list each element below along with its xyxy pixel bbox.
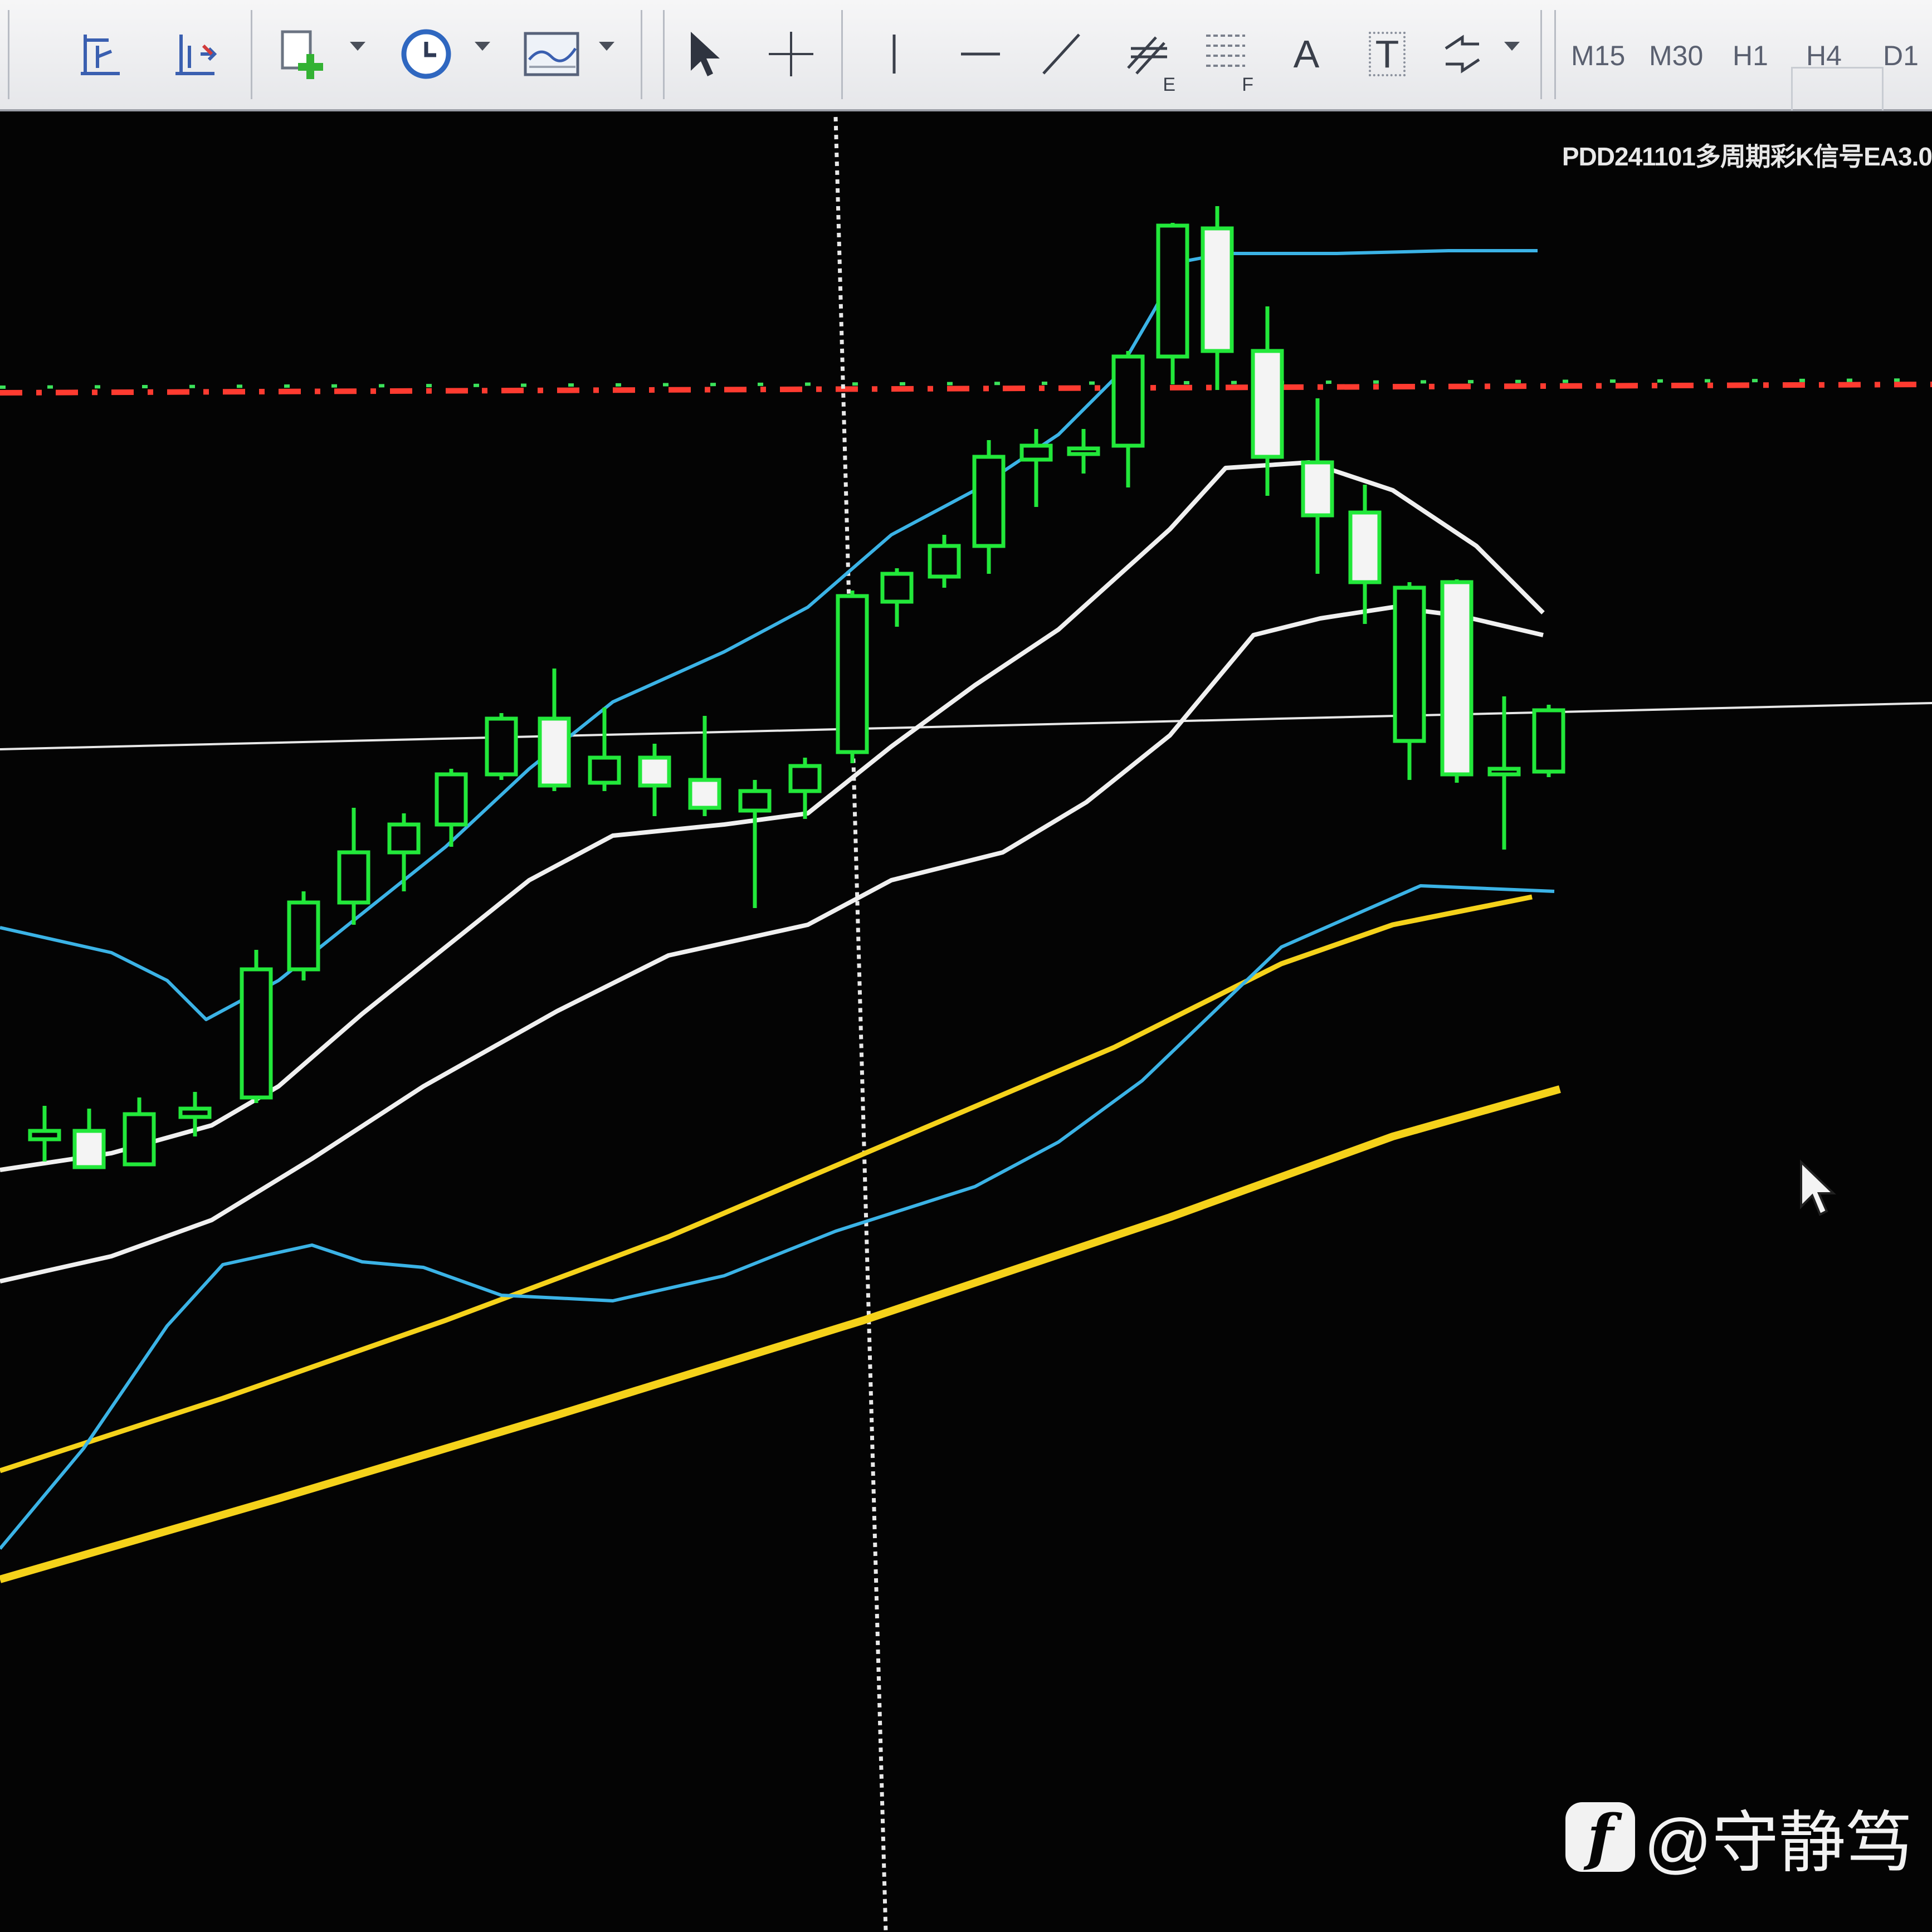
timeframe-h4-frame bbox=[1791, 67, 1884, 110]
timeframe-m15[interactable]: M15 bbox=[1571, 40, 1625, 72]
upper-band-line bbox=[0, 249, 1538, 1021]
middle-band-line-upper bbox=[0, 460, 1545, 1172]
arrows-icon[interactable] bbox=[1435, 12, 1490, 96]
candle-body bbox=[1393, 586, 1426, 743]
candle-body bbox=[1440, 580, 1474, 777]
candle-body bbox=[1067, 446, 1100, 456]
chevron-down-icon[interactable] bbox=[475, 42, 490, 51]
candle-body bbox=[387, 822, 421, 855]
cursor-arrow-icon[interactable] bbox=[677, 12, 733, 96]
chevron-down-icon[interactable] bbox=[350, 42, 365, 51]
candle-body bbox=[485, 716, 518, 777]
mouse-cursor-icon bbox=[1800, 1159, 1836, 1216]
candle-body bbox=[588, 755, 621, 785]
fibonacci-icon[interactable]: F bbox=[1198, 12, 1253, 96]
candle-body bbox=[178, 1106, 212, 1119]
candle-body bbox=[1348, 510, 1382, 584]
toolbar-separator bbox=[1540, 10, 1542, 99]
candle-body bbox=[28, 1129, 61, 1141]
slow-ma-thick bbox=[0, 1085, 1561, 1583]
middle-band-line-lower bbox=[0, 605, 1544, 1284]
toolbar-separator bbox=[8, 10, 9, 99]
candle-body bbox=[538, 716, 571, 788]
candle-body bbox=[240, 967, 273, 1100]
watermark-text: @守静笃 bbox=[1644, 1806, 1913, 1880]
trendline-icon[interactable] bbox=[1033, 12, 1089, 96]
toolbar-separator bbox=[1554, 10, 1556, 99]
equidistant-channel-icon[interactable]: E bbox=[1120, 12, 1175, 96]
candle-body bbox=[435, 772, 468, 827]
watermark-logo-icon: f bbox=[1565, 1801, 1635, 1873]
auto-scroll-icon[interactable] bbox=[167, 12, 223, 96]
candle-body bbox=[880, 572, 914, 604]
timeframe-h4[interactable]: H4 bbox=[1806, 40, 1842, 72]
ea-label: PDD241101多周期彩K信号EA3.0 bbox=[1562, 142, 1932, 171]
watermark: f @守静笃 bbox=[1565, 1788, 1913, 1885]
candle-body bbox=[638, 755, 671, 788]
timeframe-d1[interactable]: D1 bbox=[1883, 40, 1919, 72]
candle-body bbox=[1301, 460, 1334, 518]
candle-body bbox=[337, 850, 370, 905]
text-box-glyph: T bbox=[1368, 32, 1406, 76]
candle-body bbox=[972, 455, 1006, 548]
horizontal-price-line bbox=[0, 702, 1932, 750]
vertical-line-icon[interactable] bbox=[866, 12, 922, 96]
candle-body bbox=[123, 1112, 156, 1167]
candle-body bbox=[1251, 349, 1284, 459]
candle-body bbox=[1156, 223, 1189, 359]
fibonacci-suffix: F bbox=[1242, 74, 1253, 95]
candle-body bbox=[1487, 767, 1521, 777]
timeframe-m30[interactable]: M30 bbox=[1649, 40, 1703, 72]
candle-body bbox=[1111, 354, 1145, 448]
text-label-icon[interactable]: A bbox=[1279, 12, 1334, 96]
price-chart[interactable] bbox=[0, 111, 1932, 1932]
candle-body bbox=[1532, 708, 1565, 774]
candle-body bbox=[928, 544, 961, 579]
chart-shift-icon[interactable] bbox=[72, 12, 128, 96]
toolbar-separator bbox=[841, 10, 843, 99]
periods-clock-icon[interactable] bbox=[398, 12, 454, 96]
crosshair-icon[interactable] bbox=[763, 12, 819, 96]
candle-body bbox=[72, 1129, 106, 1169]
channel-suffix: E bbox=[1163, 74, 1175, 95]
candle-body bbox=[1201, 226, 1234, 353]
toolbar-separator bbox=[663, 10, 665, 99]
candle-body bbox=[788, 764, 822, 793]
text-label-glyph: A bbox=[1293, 32, 1320, 76]
slow-ma-thin bbox=[0, 894, 1533, 1474]
toolbar-separator bbox=[251, 10, 252, 99]
candle-body bbox=[836, 594, 869, 754]
chevron-down-icon[interactable] bbox=[599, 42, 614, 51]
lower-band-line bbox=[0, 884, 1555, 1550]
toolbar: E F A T M15 M30 H1 H4 D1 bbox=[0, 0, 1932, 111]
chevron-down-icon[interactable] bbox=[1504, 42, 1520, 51]
candle-body bbox=[688, 778, 721, 810]
chart-area[interactable] bbox=[0, 111, 1932, 1932]
horizontal-line-icon[interactable] bbox=[953, 12, 1008, 96]
candle-body bbox=[287, 900, 320, 972]
toolbar-separator bbox=[641, 10, 642, 99]
new-chart-icon[interactable] bbox=[276, 12, 331, 96]
timeframe-h1[interactable]: H1 bbox=[1733, 40, 1768, 72]
candle-body bbox=[1019, 443, 1053, 462]
indicators-icon[interactable] bbox=[521, 12, 582, 96]
level-line-red bbox=[0, 382, 1932, 396]
candle-body bbox=[738, 789, 772, 813]
text-box-icon[interactable]: T bbox=[1359, 12, 1415, 96]
